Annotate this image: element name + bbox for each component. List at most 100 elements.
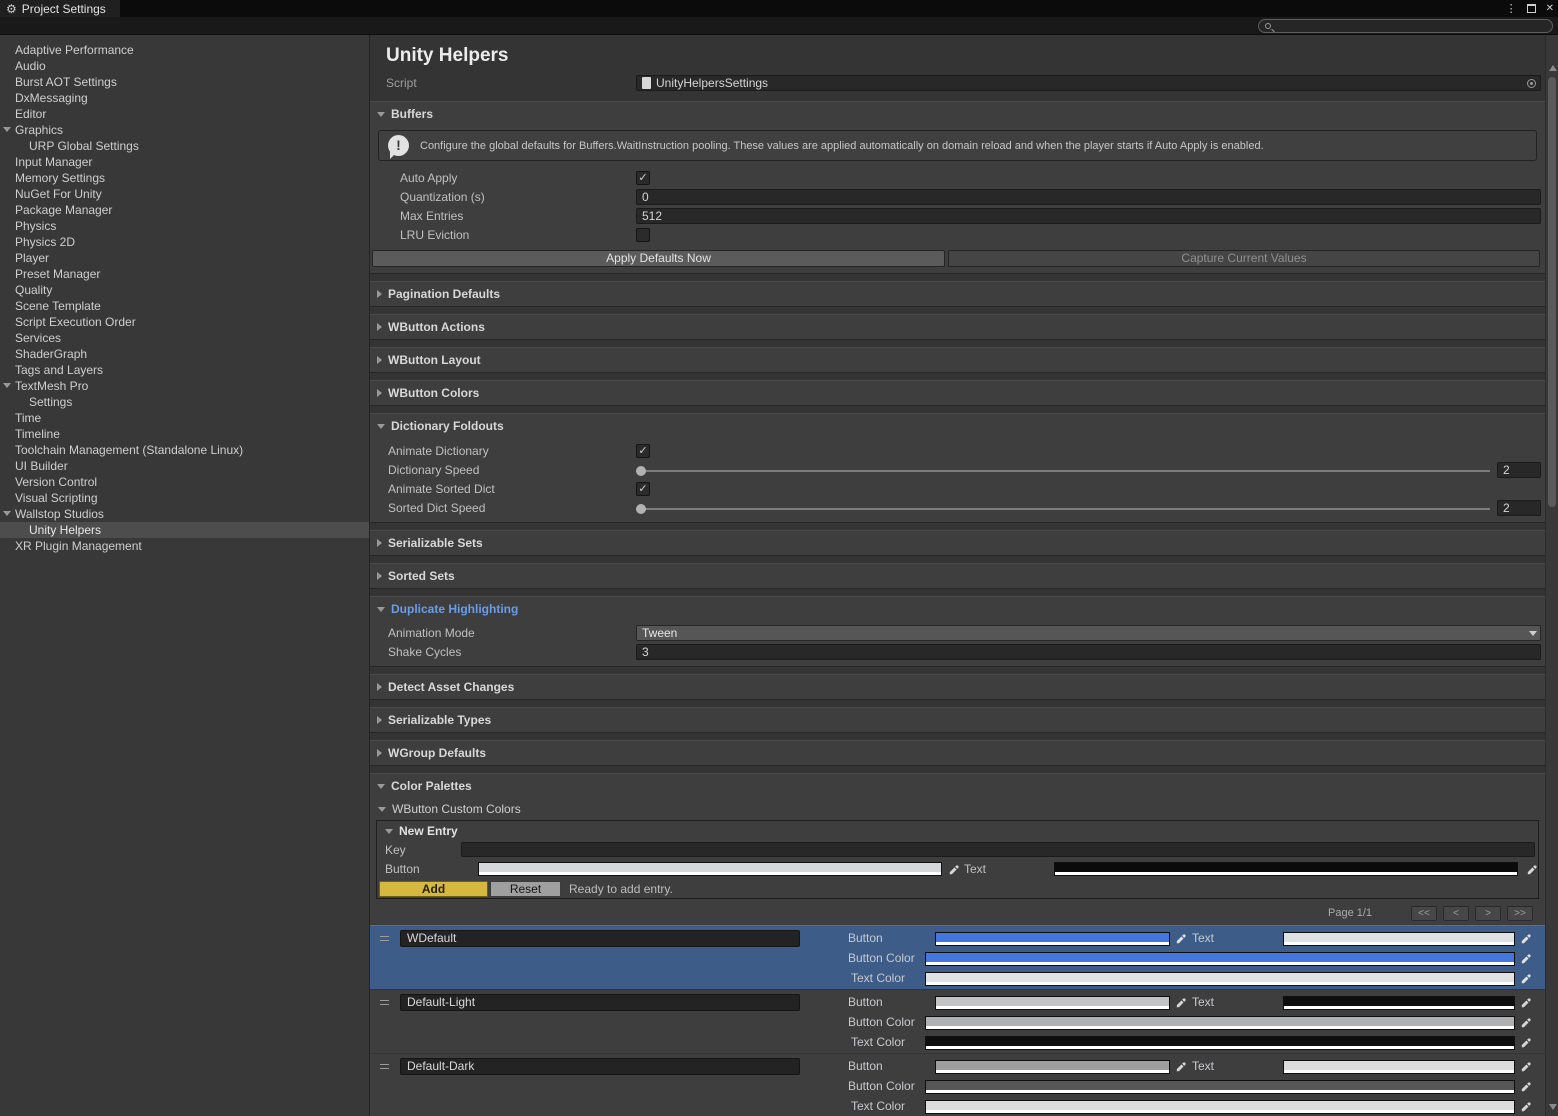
script-field[interactable]: UnityHelpersSettings xyxy=(636,75,1541,91)
sidebar-item-services[interactable]: Services xyxy=(0,330,369,346)
sidebar-item-input-manager[interactable]: Input Manager xyxy=(0,154,369,170)
sidebar-item-time[interactable]: Time xyxy=(0,410,369,426)
slider-handle[interactable] xyxy=(636,466,646,476)
sidebar-item-timeline[interactable]: Timeline xyxy=(0,426,369,442)
drag-handle-icon[interactable] xyxy=(380,936,389,941)
foldout-arrow-icon[interactable] xyxy=(3,127,11,132)
color-palettes-header[interactable]: Color Palettes xyxy=(370,774,1545,798)
animate-dictionary-checkbox[interactable]: ✓ xyxy=(636,444,650,458)
animation-mode-dropdown[interactable]: Tween xyxy=(636,625,1541,641)
sidebar-item-editor[interactable]: Editor xyxy=(0,106,369,122)
eyedropper-icon[interactable] xyxy=(1518,1099,1533,1114)
sidebar-item-tags-and-layers[interactable]: Tags and Layers xyxy=(0,362,369,378)
sidebar-item-package-manager[interactable]: Package Manager xyxy=(0,202,369,218)
sidebar-item-physics-2d[interactable]: Physics 2D xyxy=(0,234,369,250)
button-color-swatch[interactable] xyxy=(925,1080,1515,1094)
palette-name-field[interactable]: Default-Dark xyxy=(400,1058,800,1075)
auto-apply-checkbox[interactable]: ✓ xyxy=(636,171,650,185)
sidebar-item-burst-aot[interactable]: Burst AOT Settings xyxy=(0,74,369,90)
sidebar-item-version-control[interactable]: Version Control xyxy=(0,474,369,490)
sidebar-item-script-execution-order[interactable]: Script Execution Order xyxy=(0,314,369,330)
eyedropper-icon[interactable] xyxy=(1518,931,1533,946)
max-entries-field[interactable]: 512 xyxy=(636,208,1541,224)
prev-page-button[interactable]: < xyxy=(1443,906,1469,921)
sidebar-item-player[interactable]: Player xyxy=(0,250,369,266)
sidebar-item-wallstop-studios[interactable]: Wallstop Studios xyxy=(0,506,369,522)
sidebar-item-tmp-settings[interactable]: Settings xyxy=(0,394,369,410)
sorted-dict-speed-slider[interactable] xyxy=(636,499,1490,518)
sidebar-item-graphics[interactable]: Graphics xyxy=(0,122,369,138)
text-color-swatch[interactable] xyxy=(925,1100,1515,1114)
sidebar-item-scene-template[interactable]: Scene Template xyxy=(0,298,369,314)
wbutton-custom-colors-header[interactable]: WButton Custom Colors xyxy=(370,798,1545,820)
button-swatch[interactable] xyxy=(935,996,1170,1010)
foldout-arrow-icon[interactable] xyxy=(3,383,11,388)
palette-row-default-dark[interactable]: Default-Dark Button Text Button Color Te… xyxy=(370,1053,1545,1116)
eyedropper-icon[interactable] xyxy=(1173,1059,1188,1074)
slider-handle[interactable] xyxy=(636,504,646,514)
lru-eviction-checkbox[interactable] xyxy=(636,228,650,242)
eyedropper-icon[interactable] xyxy=(1524,862,1539,877)
sidebar-item-dxmessaging[interactable]: DxMessaging xyxy=(0,90,369,106)
sidebar-item-quality[interactable]: Quality xyxy=(0,282,369,298)
eyedropper-icon[interactable] xyxy=(1518,1015,1533,1030)
text-color-swatch[interactable] xyxy=(925,972,1515,986)
button-swatch[interactable] xyxy=(935,932,1170,946)
dictionary-foldouts-header[interactable]: Dictionary Foldouts xyxy=(370,414,1545,438)
foldout-arrow-icon[interactable] xyxy=(3,511,11,516)
button-color-swatch[interactable] xyxy=(478,862,942,876)
eyedropper-icon[interactable] xyxy=(1518,971,1533,986)
button-color-swatch[interactable] xyxy=(925,952,1515,966)
dictionary-speed-slider[interactable] xyxy=(636,461,1490,480)
first-page-button[interactable]: << xyxy=(1411,906,1437,921)
object-picker-icon[interactable] xyxy=(1527,79,1536,88)
text-color-swatch[interactable] xyxy=(1054,862,1518,876)
eyedropper-icon[interactable] xyxy=(946,862,961,877)
sidebar-item-ui-builder[interactable]: UI Builder xyxy=(0,458,369,474)
sidebar-item-memory-settings[interactable]: Memory Settings xyxy=(0,170,369,186)
key-field[interactable] xyxy=(461,842,1535,857)
animate-sorted-dict-checkbox[interactable]: ✓ xyxy=(636,482,650,496)
sidebar-item-urp-global-settings[interactable]: URP Global Settings xyxy=(0,138,369,154)
window-tab[interactable]: ⚙ Project Settings xyxy=(0,0,120,17)
drag-handle-icon[interactable] xyxy=(380,1000,389,1005)
eyedropper-icon[interactable] xyxy=(1518,1035,1533,1050)
drag-handle-icon[interactable] xyxy=(380,1064,389,1069)
palette-row-default-light[interactable]: Default-Light Button Text Button Color T… xyxy=(370,989,1545,1053)
quantization-field[interactable]: 0 xyxy=(636,189,1541,205)
vertical-scrollbar[interactable] xyxy=(1545,35,1558,1116)
text-color-swatch[interactable] xyxy=(925,1036,1515,1050)
sidebar-item-toolchain-management[interactable]: Toolchain Management (Standalone Linux) xyxy=(0,442,369,458)
sidebar-item-nuget[interactable]: NuGet For Unity xyxy=(0,186,369,202)
scroll-up-icon[interactable] xyxy=(1549,65,1557,71)
menu-icon[interactable]: ⋮ xyxy=(1506,2,1517,15)
palette-name-field[interactable]: WDefault xyxy=(400,930,800,947)
palette-name-field[interactable]: Default-Light xyxy=(400,994,800,1011)
close-icon[interactable]: ✕ xyxy=(1546,3,1554,14)
dictionary-speed-field[interactable]: 2 xyxy=(1497,462,1541,478)
text-swatch[interactable] xyxy=(1283,996,1515,1010)
sidebar-item-audio[interactable]: Audio xyxy=(0,58,369,74)
button-swatch[interactable] xyxy=(935,1060,1170,1074)
buffers-header[interactable]: Buffers xyxy=(370,102,1545,126)
eyedropper-icon[interactable] xyxy=(1173,931,1188,946)
last-page-button[interactable]: >> xyxy=(1507,906,1533,921)
sidebar-item-unity-helpers[interactable]: Unity Helpers xyxy=(0,522,369,538)
apply-defaults-button[interactable]: Apply Defaults Now xyxy=(372,250,945,267)
sidebar-item-visual-scripting[interactable]: Visual Scripting xyxy=(0,490,369,506)
next-page-button[interactable]: > xyxy=(1475,906,1501,921)
capture-current-values-button[interactable]: Capture Current Values xyxy=(948,250,1540,267)
eyedropper-icon[interactable] xyxy=(1518,951,1533,966)
sidebar-item-textmesh-pro[interactable]: TextMesh Pro xyxy=(0,378,369,394)
button-color-swatch[interactable] xyxy=(925,1016,1515,1030)
eyedropper-icon[interactable] xyxy=(1173,995,1188,1010)
eyedropper-icon[interactable] xyxy=(1518,1059,1533,1074)
new-entry-header[interactable]: New Entry xyxy=(385,824,458,838)
search-input[interactable] xyxy=(1258,19,1553,33)
sidebar-item-preset-manager[interactable]: Preset Manager xyxy=(0,266,369,282)
sidebar-item-shadergraph[interactable]: ShaderGraph xyxy=(0,346,369,362)
eyedropper-icon[interactable] xyxy=(1518,995,1533,1010)
sidebar-item-adaptive-performance[interactable]: Adaptive Performance xyxy=(0,42,369,58)
text-swatch[interactable] xyxy=(1283,1060,1515,1074)
add-button[interactable]: Add xyxy=(379,881,488,897)
